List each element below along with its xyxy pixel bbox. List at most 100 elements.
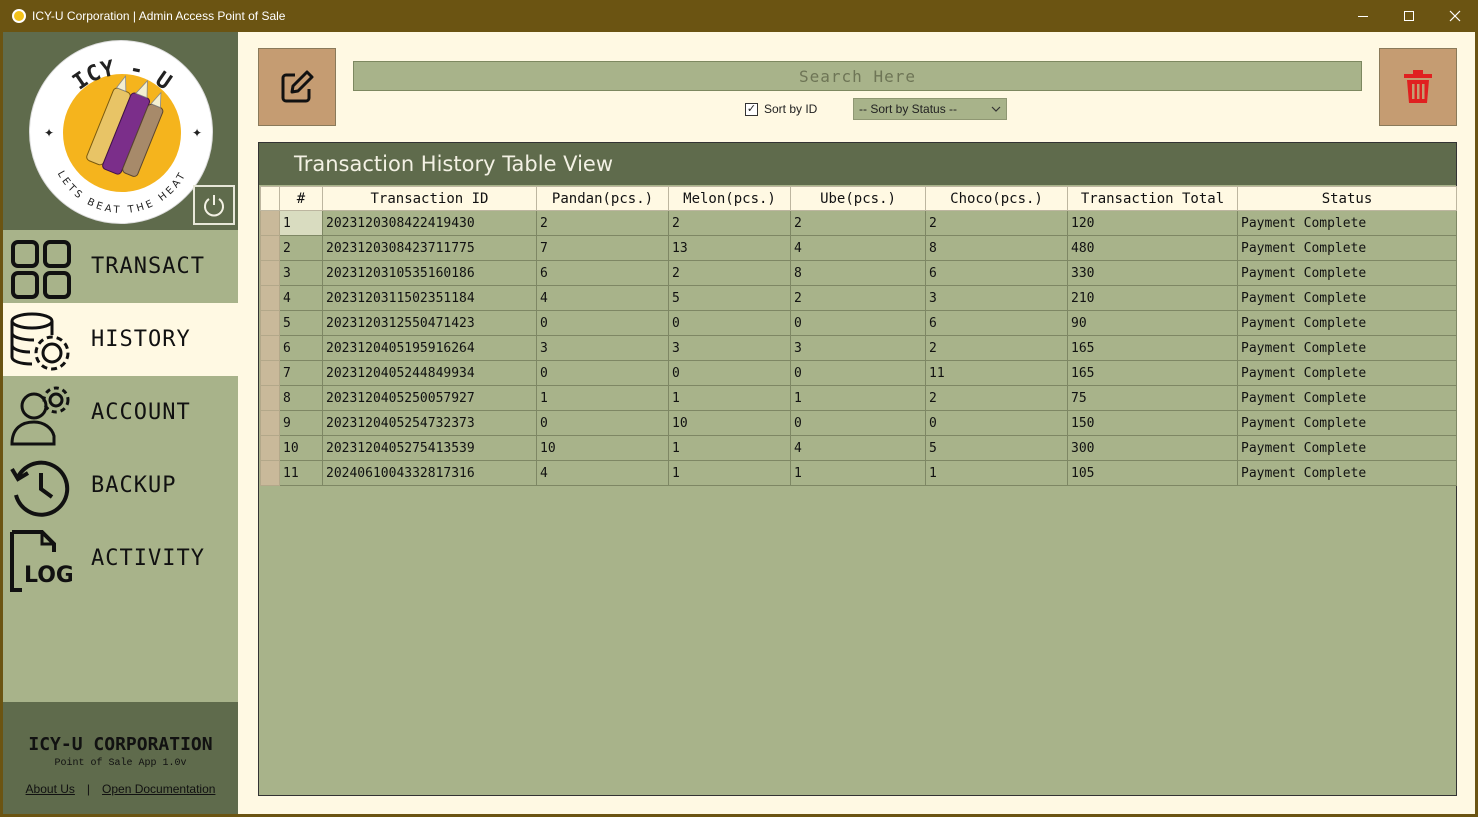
table-cell[interactable]: Payment Complete: [1237, 210, 1457, 236]
table-cell[interactable]: 165: [1067, 335, 1238, 361]
transaction-data-grid[interactable]: # Transaction ID Pandan(pcs.) Melon(pcs.…: [260, 186, 1457, 486]
table-cell[interactable]: 6: [925, 310, 1068, 336]
table-cell[interactable]: 0: [536, 360, 669, 386]
table-cell[interactable]: 7: [279, 360, 323, 386]
table-row[interactable]: 6 2023120405195916264 3 3 3 2 165 Payment Compl…: [260, 335, 1457, 361]
row-header[interactable]: [260, 385, 280, 411]
column-header[interactable]: Melon(pcs.): [668, 186, 791, 211]
column-header[interactable]: Status: [1237, 186, 1457, 211]
minimize-button[interactable]: [1340, 0, 1386, 32]
table-cell[interactable]: Payment Complete: [1237, 235, 1457, 261]
table-cell[interactable]: 1: [668, 435, 791, 461]
table-cell[interactable]: 480: [1067, 235, 1238, 261]
open-documentation-link[interactable]: Open Documentation: [102, 782, 215, 796]
column-header[interactable]: Ube(pcs.): [790, 186, 926, 211]
table-cell[interactable]: 11: [925, 360, 1068, 386]
table-cell[interactable]: 0: [790, 310, 926, 336]
table-cell[interactable]: 2: [925, 210, 1068, 236]
table-cell[interactable]: 3: [925, 285, 1068, 311]
about-us-link[interactable]: About Us: [26, 782, 75, 796]
checkbox-checked-icon[interactable]: ✓: [745, 102, 758, 116]
table-cell[interactable]: 165: [1067, 360, 1238, 386]
table-cell[interactable]: 75: [1067, 385, 1238, 411]
row-header[interactable]: [260, 410, 280, 436]
row-header[interactable]: [260, 360, 280, 386]
table-cell[interactable]: 10: [536, 435, 669, 461]
table-cell[interactable]: 2: [279, 235, 323, 261]
column-header[interactable]: Pandan(pcs.): [536, 186, 669, 211]
table-cell[interactable]: Payment Complete: [1237, 260, 1457, 286]
nav-history[interactable]: HISTORY: [3, 303, 238, 376]
sort-by-status-select[interactable]: -- Sort by Status --: [853, 98, 1007, 120]
table-cell[interactable]: 13: [668, 235, 791, 261]
table-cell[interactable]: 2023120308423711775: [322, 235, 537, 261]
row-header[interactable]: [260, 210, 280, 236]
table-cell[interactable]: 1: [790, 385, 926, 411]
logout-power-button[interactable]: [193, 185, 235, 225]
table-row[interactable]: 5 2023120312550471423 0 0 0 6 90 Payment Comple…: [260, 310, 1457, 336]
table-cell[interactable]: 2023120405250057927: [322, 385, 537, 411]
table-cell[interactable]: 4: [790, 435, 926, 461]
table-row[interactable]: 7 2023120405244849934 0 0 0 11 165 Payment Comp…: [260, 360, 1457, 386]
table-cell[interactable]: 2023120311502351184: [322, 285, 537, 311]
nav-account[interactable]: ACCOUNT: [3, 376, 238, 449]
column-header[interactable]: Transaction ID: [322, 186, 537, 211]
table-cell[interactable]: 2: [668, 210, 791, 236]
search-input[interactable]: [353, 61, 1362, 91]
table-cell[interactable]: 6: [925, 260, 1068, 286]
table-cell[interactable]: 2023120405244849934: [322, 360, 537, 386]
table-cell[interactable]: 2023120405195916264: [322, 335, 537, 361]
table-row[interactable]: 2 2023120308423711775 7 13 4 8 480 Payment Comp…: [260, 235, 1457, 261]
maximize-button[interactable]: [1386, 0, 1432, 32]
table-cell[interactable]: 1: [668, 460, 791, 486]
table-cell[interactable]: 2: [925, 385, 1068, 411]
table-cell[interactable]: 0: [668, 360, 791, 386]
table-cell[interactable]: 10: [668, 410, 791, 436]
table-cell[interactable]: 2023120312550471423: [322, 310, 537, 336]
table-cell[interactable]: 10: [279, 435, 323, 461]
row-header[interactable]: [260, 310, 280, 336]
table-cell[interactable]: 210: [1067, 285, 1238, 311]
table-cell[interactable]: 1: [279, 210, 323, 236]
table-cell[interactable]: 1: [668, 385, 791, 411]
table-cell[interactable]: 8: [279, 385, 323, 411]
table-cell[interactable]: 120: [1067, 210, 1238, 236]
column-header[interactable]: Choco(pcs.): [925, 186, 1068, 211]
row-header[interactable]: [260, 460, 280, 486]
table-cell[interactable]: 2: [925, 335, 1068, 361]
table-cell[interactable]: 2023120405254732373: [322, 410, 537, 436]
table-cell[interactable]: 300: [1067, 435, 1238, 461]
row-header[interactable]: [260, 260, 280, 286]
nav-activity[interactable]: LOG ACTIVITY: [3, 522, 238, 595]
table-cell[interactable]: 8: [790, 260, 926, 286]
close-button[interactable]: [1432, 0, 1478, 32]
table-cell[interactable]: Payment Complete: [1237, 435, 1457, 461]
table-cell[interactable]: 330: [1067, 260, 1238, 286]
table-cell[interactable]: Payment Complete: [1237, 410, 1457, 436]
table-cell[interactable]: 1: [925, 460, 1068, 486]
table-row[interactable]: 8 2023120405250057927 1 1 1 2 75 Payment Comple…: [260, 385, 1457, 411]
table-cell[interactable]: 4: [536, 285, 669, 311]
table-cell[interactable]: 0: [668, 310, 791, 336]
table-cell[interactable]: Payment Complete: [1237, 310, 1457, 336]
table-cell[interactable]: 0: [536, 310, 669, 336]
table-cell[interactable]: 2: [790, 210, 926, 236]
nav-transact[interactable]: TRANSACT: [3, 230, 238, 303]
table-row[interactable]: 10 2023120405275413539 10 1 4 5 300 Payment Com…: [260, 435, 1457, 461]
table-cell[interactable]: 0: [790, 410, 926, 436]
row-header[interactable]: [260, 235, 280, 261]
column-header[interactable]: Transaction Total: [1067, 186, 1238, 211]
table-cell[interactable]: 1: [536, 385, 669, 411]
table-cell[interactable]: 5: [279, 310, 323, 336]
table-row[interactable]: 4 2023120311502351184 4 5 2 3 210 Payment Compl…: [260, 285, 1457, 311]
table-cell[interactable]: Payment Complete: [1237, 460, 1457, 486]
table-cell[interactable]: 9: [279, 410, 323, 436]
table-cell[interactable]: Payment Complete: [1237, 360, 1457, 386]
table-cell[interactable]: 4: [536, 460, 669, 486]
table-cell[interactable]: 2: [790, 285, 926, 311]
table-cell[interactable]: 3: [536, 335, 669, 361]
table-cell[interactable]: 0: [925, 410, 1068, 436]
nav-backup[interactable]: BACKUP: [3, 449, 238, 522]
delete-button[interactable]: [1379, 48, 1457, 126]
table-row[interactable]: 1 2023120308422419430 2 2 2 2 120 Payment Compl…: [260, 210, 1457, 236]
